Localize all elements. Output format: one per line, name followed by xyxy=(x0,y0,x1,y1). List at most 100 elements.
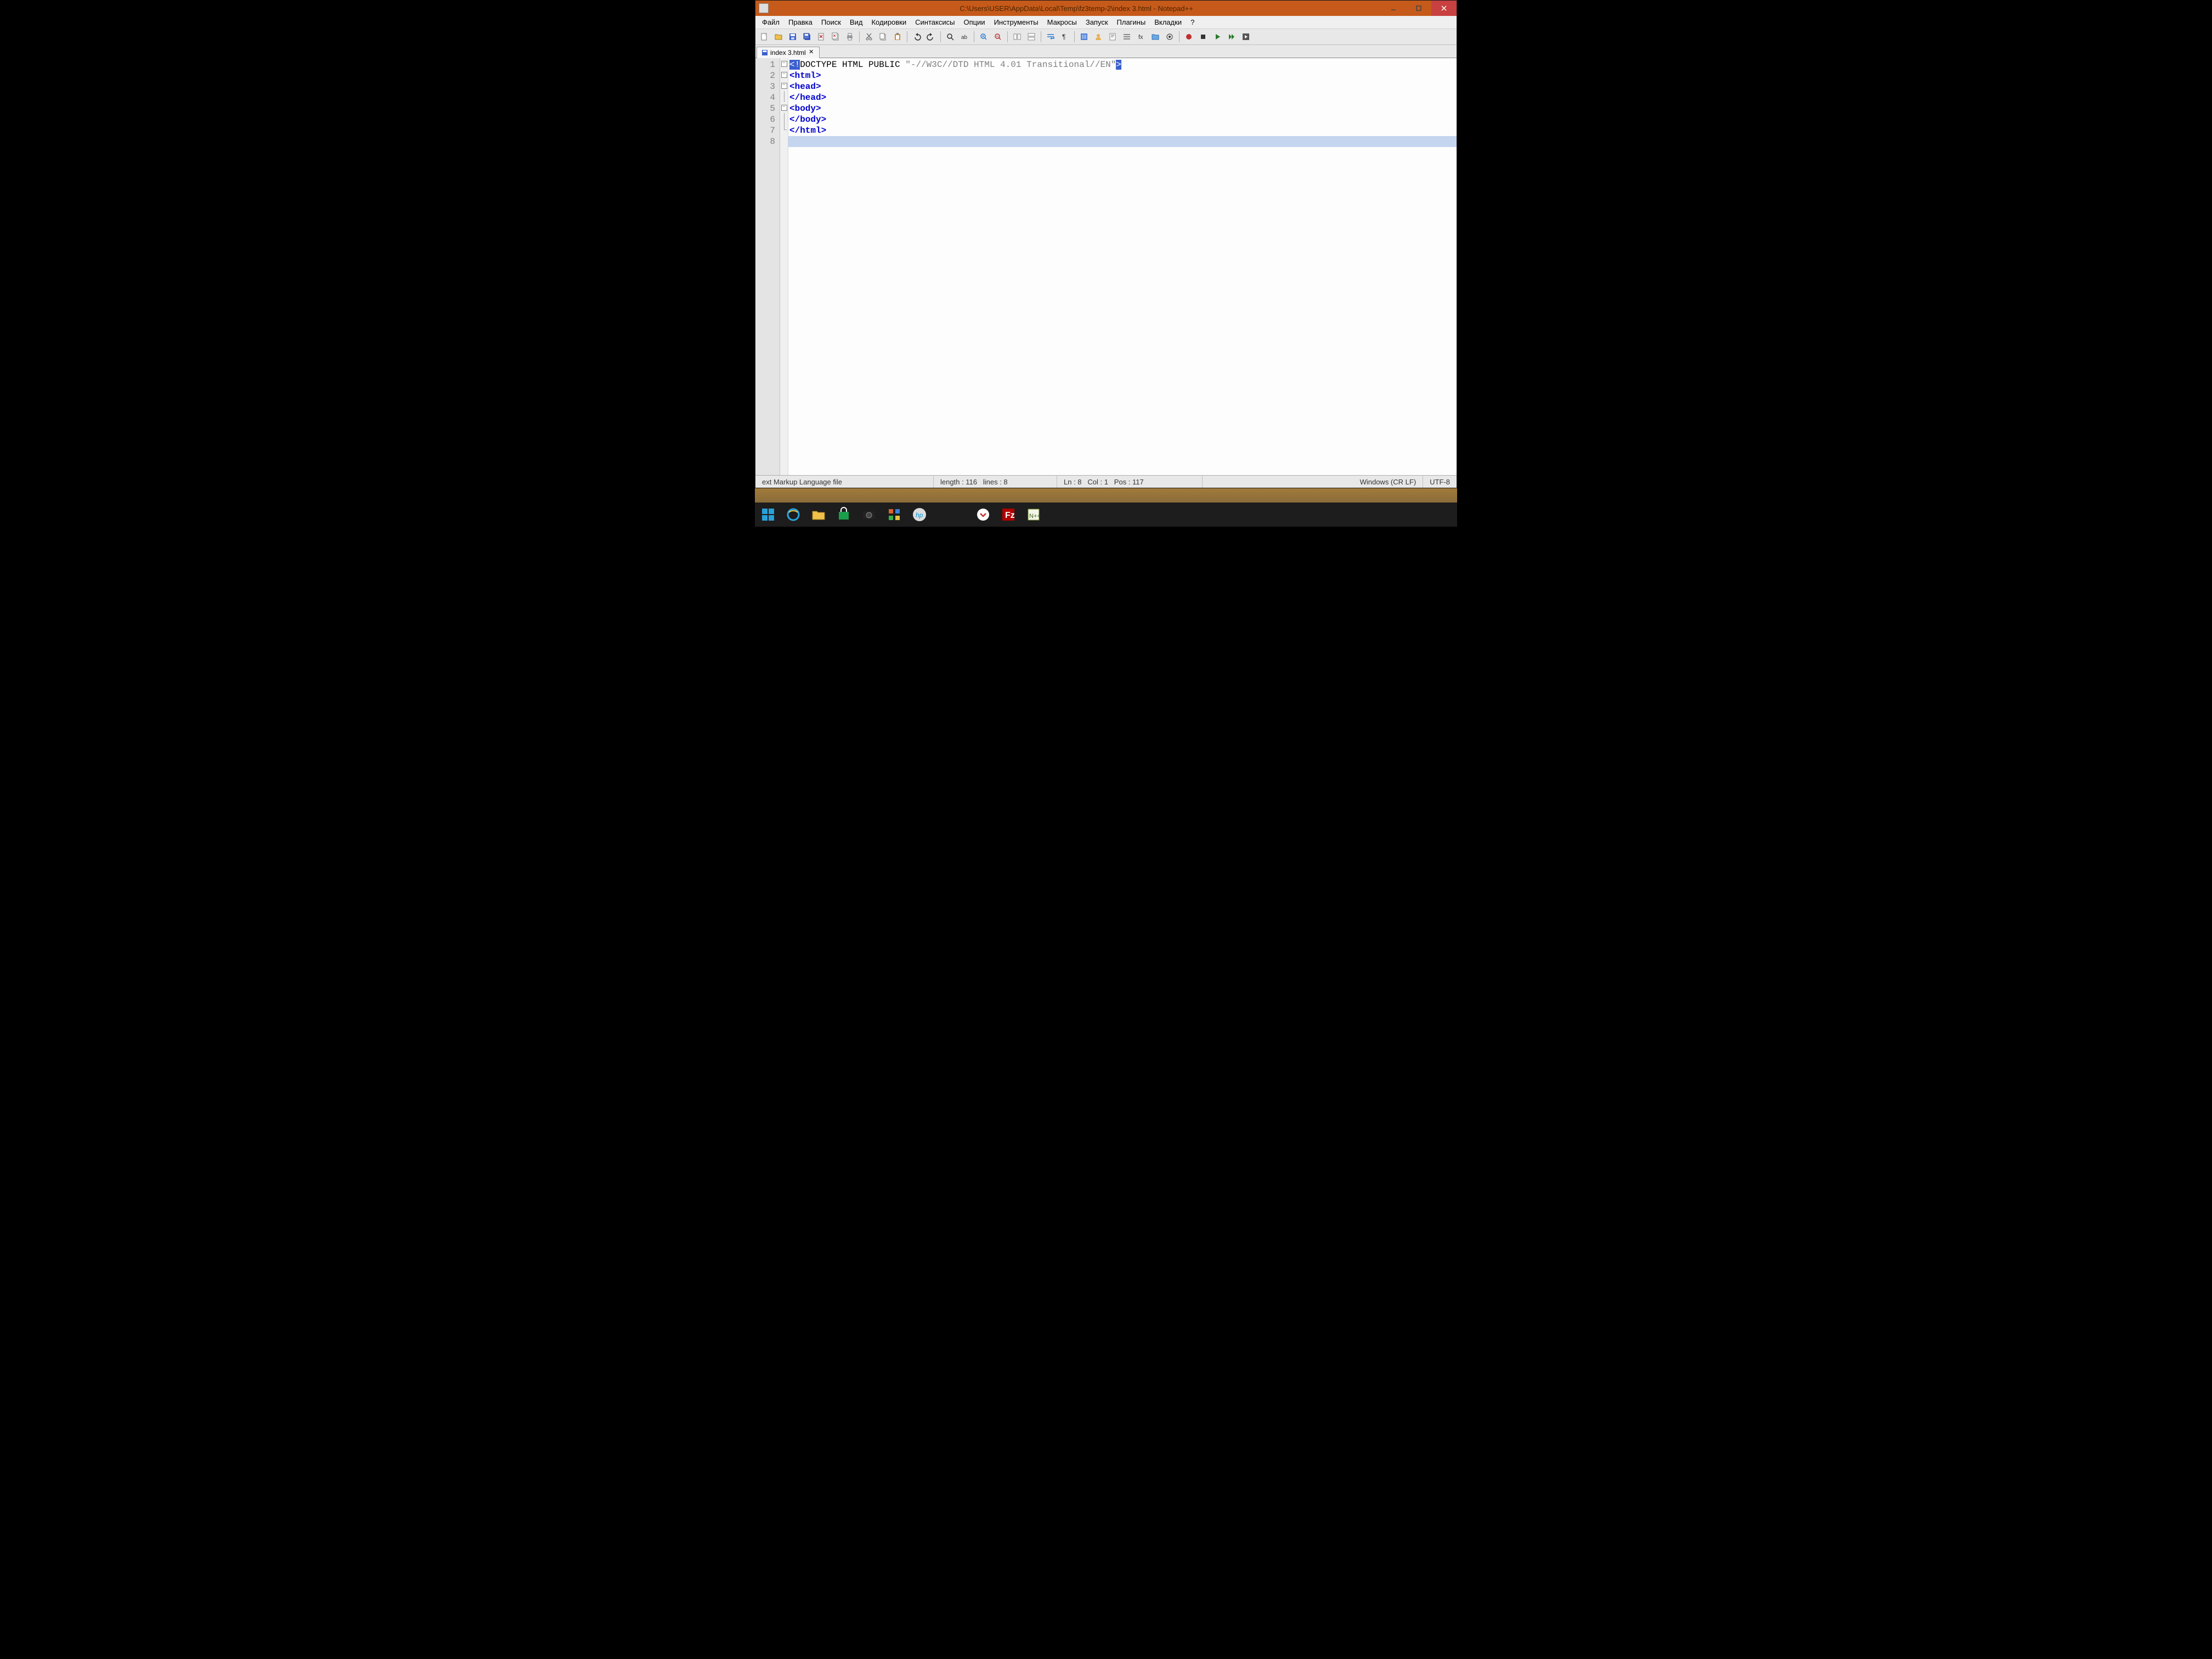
svg-text:¶: ¶ xyxy=(1062,33,1065,41)
editor[interactable]: 12345678 −−−− <!DOCTYPE HTML PUBLIC "-//… xyxy=(755,58,1457,475)
window-title: C:\Users\USER\AppData\Local\Temp\fz3temp… xyxy=(772,4,1381,13)
fold-marker[interactable]: − xyxy=(780,102,788,113)
indent-guide-icon[interactable] xyxy=(1077,30,1091,43)
fold-marker[interactable]: − xyxy=(780,69,788,80)
notepadpp-taskbar-icon[interactable]: N++ xyxy=(1024,505,1043,524)
record-macro-icon[interactable] xyxy=(1182,30,1195,43)
tabbar: index 3.html ✕ xyxy=(755,45,1457,58)
statusbar: ext Markup Language file length : 116 li… xyxy=(755,475,1457,488)
code-line[interactable]: </head> xyxy=(788,92,1457,103)
camera-icon[interactable] xyxy=(859,505,879,524)
copy-icon[interactable] xyxy=(877,30,890,43)
save-macro-icon[interactable] xyxy=(1239,30,1252,43)
sync-vscroll-icon[interactable] xyxy=(1011,30,1024,43)
code-line[interactable]: </html> xyxy=(788,125,1457,136)
windows-taskbar[interactable]: hp Fz N++ xyxy=(755,503,1457,527)
menu-edit[interactable]: Правка xyxy=(784,17,817,27)
titlebar[interactable]: C:\Users\USER\AppData\Local\Temp\fz3temp… xyxy=(755,1,1457,16)
line-number: 7 xyxy=(758,125,775,136)
fold-marker[interactable] xyxy=(780,135,788,146)
code-area[interactable]: <!DOCTYPE HTML PUBLIC "-//W3C//DTD HTML … xyxy=(788,58,1457,475)
user-lang-icon[interactable] xyxy=(1092,30,1105,43)
find-icon[interactable] xyxy=(944,30,957,43)
menu-search[interactable]: Поиск xyxy=(817,17,845,27)
line-number: 6 xyxy=(758,114,775,125)
function-list-icon[interactable]: fx xyxy=(1135,30,1148,43)
doc-map-icon[interactable] xyxy=(1106,30,1119,43)
tab-close-icon[interactable]: ✕ xyxy=(808,49,815,56)
file-saved-icon xyxy=(761,49,768,56)
toolbar: ab ¶ fx xyxy=(755,29,1457,45)
fold-column[interactable]: −−−− xyxy=(780,58,788,475)
close-file-icon[interactable] xyxy=(815,30,828,43)
print-icon[interactable] xyxy=(843,30,856,43)
menu-tools[interactable]: Инструменты xyxy=(990,17,1043,27)
code-line[interactable]: <head> xyxy=(788,81,1457,92)
doc-list-icon[interactable] xyxy=(1120,30,1133,43)
monitoring-icon[interactable] xyxy=(1163,30,1176,43)
notepadpp-window: C:\Users\USER\AppData\Local\Temp\fz3temp… xyxy=(755,0,1457,488)
hp-icon[interactable]: hp xyxy=(910,505,929,524)
window-buttons xyxy=(1381,1,1457,16)
fold-marker[interactable] xyxy=(780,124,788,135)
code-line[interactable]: <html> xyxy=(788,70,1457,81)
close-all-icon[interactable] xyxy=(829,30,842,43)
menu-view[interactable]: Вид xyxy=(845,17,867,27)
menu-window[interactable]: Вкладки xyxy=(1150,17,1186,27)
menu-macro[interactable]: Макросы xyxy=(1043,17,1081,27)
word-wrap-icon[interactable] xyxy=(1044,30,1057,43)
play-multi-macro-icon[interactable] xyxy=(1225,30,1238,43)
replace-icon[interactable]: ab xyxy=(958,30,971,43)
toolbar-separator xyxy=(1007,31,1008,42)
fold-marker[interactable] xyxy=(780,113,788,124)
save-all-icon[interactable] xyxy=(800,30,814,43)
status-encoding[interactable]: UTF-8 xyxy=(1423,476,1457,488)
fold-marker[interactable]: − xyxy=(780,80,788,91)
stop-macro-icon[interactable] xyxy=(1197,30,1210,43)
ie-icon[interactable] xyxy=(783,505,803,524)
open-file-icon[interactable] xyxy=(772,30,785,43)
zoom-in-icon[interactable] xyxy=(977,30,990,43)
cut-icon[interactable] xyxy=(862,30,876,43)
svg-text:hp: hp xyxy=(916,511,923,519)
code-line[interactable]: <!DOCTYPE HTML PUBLIC "-//W3C//DTD HTML … xyxy=(788,59,1457,70)
menu-settings[interactable]: Опции xyxy=(959,17,989,27)
fold-marker[interactable] xyxy=(780,91,788,102)
redo-icon[interactable] xyxy=(924,30,938,43)
start-button-icon[interactable] xyxy=(758,505,778,524)
save-icon[interactable] xyxy=(786,30,799,43)
svg-text:N++: N++ xyxy=(1029,513,1041,520)
new-file-icon[interactable] xyxy=(758,30,771,43)
store-icon[interactable] xyxy=(834,505,854,524)
close-badge-icon[interactable] xyxy=(973,505,993,524)
code-line[interactable] xyxy=(788,136,1457,147)
status-eol[interactable]: Windows (CR LF) xyxy=(1353,476,1424,488)
undo-icon[interactable] xyxy=(910,30,923,43)
zoom-out-icon[interactable] xyxy=(991,30,1005,43)
paste-icon[interactable] xyxy=(891,30,904,43)
close-button[interactable] xyxy=(1431,1,1457,16)
svg-text:ab: ab xyxy=(961,35,968,41)
menu-file[interactable]: Файл xyxy=(758,17,784,27)
folder-workspace-icon[interactable] xyxy=(1149,30,1162,43)
status-ln: Ln : 8 xyxy=(1064,478,1082,486)
menu-run[interactable]: Запуск xyxy=(1081,17,1113,27)
svg-text:Fz: Fz xyxy=(1005,511,1015,520)
app-tiles-icon[interactable] xyxy=(884,505,904,524)
explorer-icon[interactable] xyxy=(809,505,828,524)
menu-help[interactable]: ? xyxy=(1186,17,1199,27)
fold-marker[interactable]: − xyxy=(780,58,788,69)
code-line[interactable]: </body> xyxy=(788,114,1457,125)
play-macro-icon[interactable] xyxy=(1211,30,1224,43)
filezilla-icon[interactable]: Fz xyxy=(998,505,1018,524)
minimize-button[interactable] xyxy=(1381,1,1406,16)
show-all-chars-icon[interactable]: ¶ xyxy=(1058,30,1071,43)
tab-active[interactable]: index 3.html ✕ xyxy=(757,47,820,58)
code-line[interactable]: <body> xyxy=(788,103,1457,114)
menu-plugins[interactable]: Плагины xyxy=(1113,17,1150,27)
maximize-button[interactable] xyxy=(1406,1,1431,16)
menu-encoding[interactable]: Кодировки xyxy=(867,17,911,27)
status-col: Col : 1 xyxy=(1087,478,1108,486)
menu-language[interactable]: Синтаксисы xyxy=(911,17,959,27)
sync-hscroll-icon[interactable] xyxy=(1025,30,1038,43)
